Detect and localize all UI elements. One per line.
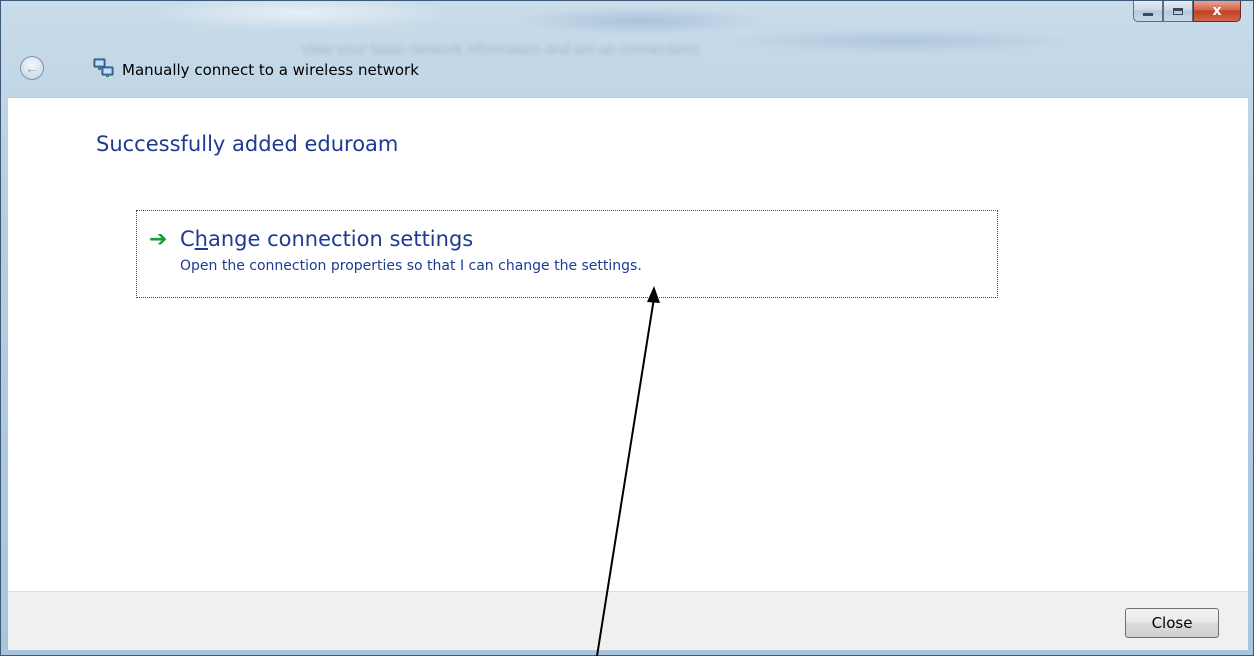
wizard-window: View your basic network information and …: [0, 0, 1254, 656]
footer-bar: Close: [8, 591, 1248, 650]
title-part-2: ange connection settings: [207, 227, 474, 251]
minimize-icon: [1143, 12, 1153, 16]
page-heading: Successfully added eduroam: [96, 132, 399, 156]
network-connection-icon: [93, 58, 114, 77]
background-window-title: View your basic network information and …: [301, 41, 700, 55]
title-access-key: h: [194, 227, 208, 251]
close-icon: x: [1212, 3, 1222, 19]
maximize-icon: [1173, 7, 1183, 15]
back-arrow-icon: ←: [25, 59, 39, 76]
close-button[interactable]: Close: [1125, 608, 1219, 638]
green-arrow-icon: ➔: [149, 227, 168, 252]
command-link-description: Open the connection properties so that I…: [180, 258, 642, 274]
content-area: Successfully added eduroam ➔ Change conn…: [8, 97, 1248, 591]
maximize-button[interactable]: [1163, 1, 1193, 22]
change-connection-settings-link[interactable]: ➔ Change connection settings Open the co…: [136, 210, 998, 298]
minimize-button[interactable]: [1133, 1, 1163, 22]
title-part-1: C: [180, 227, 195, 251]
caption-buttons: x: [1133, 1, 1241, 23]
back-button[interactable]: ←: [20, 56, 44, 80]
window-close-button[interactable]: x: [1193, 1, 1241, 22]
command-link-title: Change connection settings: [180, 227, 473, 251]
wizard-title: Manually connect to a wireless network: [122, 61, 419, 79]
